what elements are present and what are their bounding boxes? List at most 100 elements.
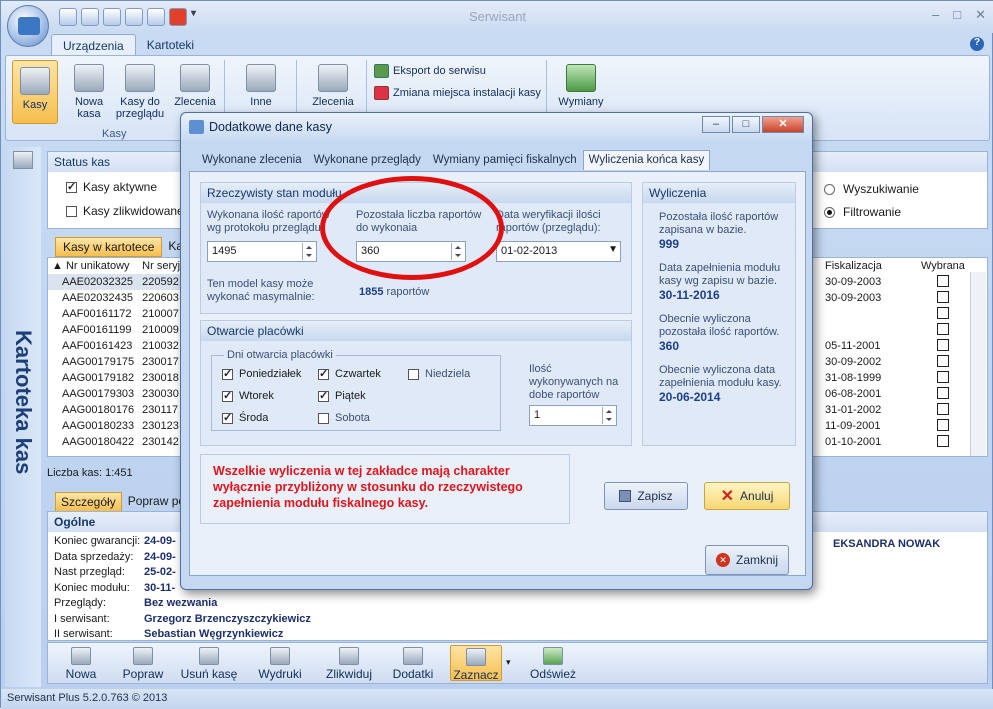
ilosc-input[interactable]: 1 bbox=[529, 405, 617, 426]
cell-nr-unikatowy: AAG00179182 bbox=[62, 372, 135, 384]
grid-scrollbar[interactable] bbox=[970, 272, 986, 456]
usun-kase-button[interactable]: Usuń kasę bbox=[176, 647, 242, 681]
wybrana-checkbox[interactable] bbox=[936, 402, 949, 415]
table-row[interactable]: 06-08-2001 bbox=[821, 386, 969, 402]
table-row[interactable]: AAG00179175 230017 bbox=[48, 354, 196, 370]
table-row[interactable]: AAF00161172 210007 bbox=[48, 306, 196, 322]
table-row[interactable]: 30-09-2003 bbox=[821, 274, 969, 290]
dialog-close-button[interactable]: ✕ bbox=[762, 116, 804, 133]
table-row[interactable]: 11-09-2001 bbox=[821, 418, 969, 434]
wybrana-checkbox[interactable] bbox=[936, 370, 949, 383]
close-button[interactable]: ✕ bbox=[975, 7, 986, 23]
table-row[interactable]: 30-09-2002 bbox=[821, 354, 969, 370]
printer-icon bbox=[270, 647, 290, 665]
wybrana-checkbox[interactable] bbox=[936, 274, 949, 287]
table-row[interactable]: AAE02032435 220603 bbox=[48, 290, 196, 306]
help-icon[interactable]: ? bbox=[970, 37, 984, 51]
table-row[interactable]: 05-11-2001 bbox=[821, 338, 969, 354]
day-checkbox[interactable]: Niedziela bbox=[408, 368, 470, 380]
wybrana-checkbox[interactable] bbox=[936, 290, 949, 303]
app-orb-button[interactable] bbox=[7, 5, 49, 47]
col-nr-unikatowy[interactable]: ▲ Nr unikatowy bbox=[48, 258, 138, 274]
kasy-zlikwidowane-checkbox[interactable]: Kasy zlikwidowane bbox=[66, 204, 184, 218]
minimize-button[interactable]: – bbox=[932, 7, 939, 23]
table-row[interactable]: AAG00179182 230018 bbox=[48, 370, 196, 386]
day-checkbox[interactable]: Czwartek bbox=[318, 367, 381, 380]
day-checkbox[interactable]: Poniedziałek bbox=[222, 367, 301, 380]
table-row[interactable] bbox=[821, 322, 969, 338]
tab-wyliczenia-konca[interactable]: Wyliczenia końca kasy bbox=[582, 150, 711, 170]
wyliczenie-label: Obecnie wyliczona pozostała ilość raport… bbox=[659, 313, 780, 338]
table-row[interactable]: AAG00179303 230030 bbox=[48, 386, 196, 402]
wybrana-checkbox[interactable] bbox=[936, 418, 949, 431]
dialog-minimize-button[interactable]: – bbox=[702, 116, 730, 133]
tab-kartoteki[interactable]: Kartoteki bbox=[136, 34, 205, 57]
zapisz-button[interactable]: Zapisz bbox=[604, 482, 688, 510]
data-weryfikacji-select[interactable]: 01-02-2013 ▼ bbox=[496, 241, 621, 262]
dodatki-button[interactable]: Dodatki bbox=[388, 647, 438, 681]
wybrana-checkbox[interactable] bbox=[936, 322, 949, 335]
zamknij-button[interactable]: ✕ Zamknij bbox=[705, 545, 789, 575]
col-wybrana[interactable]: Wybrana bbox=[917, 258, 969, 274]
kasy-aktywne-checkbox[interactable]: Kasy aktywne bbox=[66, 180, 157, 194]
table-row[interactable]: AAG00180176 230117 bbox=[48, 402, 196, 418]
zlikwiduj-button[interactable]: Zlikwiduj bbox=[318, 647, 380, 681]
table-row[interactable]: 30-09-2003 bbox=[821, 290, 969, 306]
right-person: EKSANDRA NOWAK bbox=[833, 538, 941, 550]
nowa-button[interactable]: Nowa bbox=[54, 647, 108, 681]
table-row[interactable] bbox=[821, 306, 969, 322]
zmiana-button[interactable]: Zmiana miejsca instalacji kasy bbox=[374, 86, 541, 100]
spin-icon[interactable] bbox=[602, 407, 615, 424]
spin-icon[interactable] bbox=[302, 243, 315, 260]
wybrana-checkbox[interactable] bbox=[936, 386, 949, 399]
tab-kasy-w-kartotece[interactable]: Kasy w kartotece bbox=[55, 237, 163, 257]
ogolne-value: 30-11- bbox=[144, 581, 176, 594]
nowa-kasa-button[interactable]: Nowa kasa bbox=[66, 64, 112, 120]
eksport-button[interactable]: Eksport do serwisu bbox=[374, 64, 486, 78]
dialog-title: Dodatkowe dane kasy bbox=[209, 120, 332, 134]
table-row[interactable]: AAE02032325 220592 bbox=[48, 274, 196, 290]
dialog-app-icon bbox=[189, 120, 204, 134]
table-row[interactable]: AAF00161423 210032 bbox=[48, 338, 196, 354]
table-row[interactable]: 31-08-1999 bbox=[821, 370, 969, 386]
zaznacz-button[interactable]: Zaznacz bbox=[450, 645, 502, 682]
anuluj-button[interactable]: ✕ Anuluj bbox=[704, 482, 790, 510]
tab-szczegoly[interactable]: Szczegóły bbox=[55, 492, 122, 512]
table-row[interactable]: AAF00161199 210009 bbox=[48, 322, 196, 338]
dialog-maximize-button[interactable]: □ bbox=[732, 116, 760, 133]
zlecenia-button[interactable]: Zlecenia bbox=[170, 64, 220, 108]
wybrana-checkbox[interactable] bbox=[936, 434, 949, 447]
wyszukiwanie-radio[interactable]: Wyszukiwanie bbox=[824, 182, 919, 196]
table-row[interactable]: AAG00180233 230123 bbox=[48, 418, 196, 434]
kasy-button[interactable]: Kasy bbox=[12, 60, 58, 124]
day-checkbox[interactable]: Środa bbox=[222, 411, 268, 424]
maximize-button[interactable]: □ bbox=[953, 7, 961, 23]
odswiez-button[interactable]: Odśwież bbox=[524, 647, 582, 681]
day-checkbox[interactable]: Piątek bbox=[318, 389, 366, 402]
wymiany-button[interactable]: Wymiany bbox=[554, 64, 608, 108]
day-checkbox[interactable]: Wtorek bbox=[222, 389, 274, 402]
cell-wybrana bbox=[917, 418, 969, 434]
kasy-do-przegladu-button[interactable]: Kasy do przeglądu bbox=[114, 64, 166, 120]
wybrana-checkbox[interactable] bbox=[936, 354, 949, 367]
zaznacz-dropdown-icon[interactable]: ▾ bbox=[506, 657, 511, 668]
tab-wykonane-przeglady[interactable]: Wykonane przeglądy bbox=[308, 150, 427, 170]
table-row[interactable]: 31-01-2002 bbox=[821, 402, 969, 418]
col-fiskalizacja[interactable]: Fiskalizacja bbox=[821, 258, 917, 274]
popraw-button[interactable]: Popraw bbox=[116, 647, 170, 681]
zlecenia2-button[interactable]: Zlecenia bbox=[306, 64, 360, 108]
wybrana-checkbox[interactable] bbox=[936, 306, 949, 319]
tab-wykonane-zlecenia[interactable]: Wykonane zlecenia bbox=[196, 150, 308, 170]
tab-wymiany-pamieci[interactable]: Wymiany pamięci fiskalnych bbox=[427, 150, 583, 170]
wydruki-button[interactable]: Wydruki bbox=[252, 647, 308, 681]
table-row[interactable]: 01-10-2001 bbox=[821, 434, 969, 450]
wybrana-checkbox[interactable] bbox=[936, 338, 949, 351]
inne-button[interactable]: Inne bbox=[238, 64, 284, 108]
wykonana-input[interactable]: 1495 bbox=[207, 241, 317, 262]
table-row[interactable]: AAG00180422 230142 bbox=[48, 434, 196, 450]
day-checkbox[interactable]: Sobota bbox=[318, 412, 370, 424]
cell-fiskalizacja: 31-08-1999 bbox=[825, 372, 882, 384]
tab-urzadzenia[interactable]: Urządzenia bbox=[51, 34, 136, 57]
filtrowanie-radio[interactable]: Filtrowanie bbox=[824, 205, 901, 219]
nowa-label: Nowa bbox=[65, 667, 97, 681]
